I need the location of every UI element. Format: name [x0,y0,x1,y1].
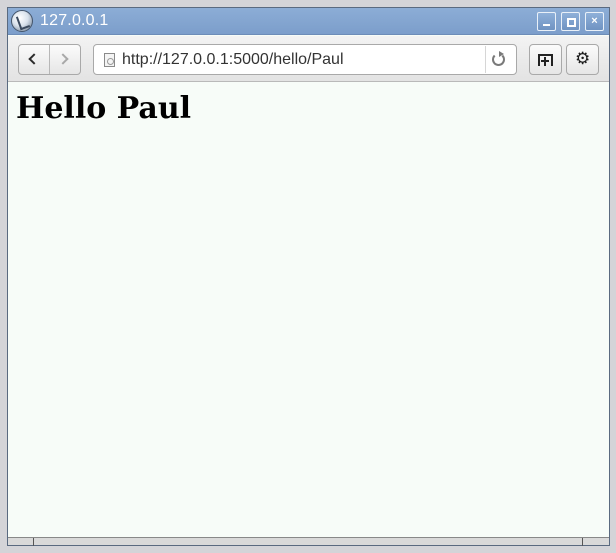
status-bar-divider [582,538,583,546]
window-title: 127.0.0.1 [40,12,109,29]
close-button[interactable]: × [585,12,604,31]
status-bar-divider [33,538,34,546]
forward-button[interactable] [50,45,81,74]
address-bar-divider [485,46,486,73]
new-tab-button[interactable] [529,44,562,75]
browser-app-icon [11,10,33,32]
gear-icon: ⚙ [575,49,591,69]
url-text[interactable]: http://127.0.0.1:5000/hello/Paul [122,51,344,69]
title-bar[interactable]: 127.0.0.1 × [8,8,609,35]
back-icon [28,53,40,65]
forward-icon [57,53,69,65]
address-bar[interactable]: http://127.0.0.1:5000/hello/Paul [93,44,517,75]
maximize-button[interactable] [561,12,580,31]
browser-window: 127.0.0.1 × http://127.0.0.1:5000/hello/… [7,7,610,546]
page-content: Hello Paul [8,83,609,537]
browser-toolbar: http://127.0.0.1:5000/hello/Paul ⚙ [8,36,609,82]
reload-icon[interactable] [492,51,505,66]
minimize-button[interactable] [537,12,556,31]
back-button[interactable] [19,45,50,74]
navigation-buttons [18,44,81,75]
new-tab-icon [538,54,553,66]
settings-button[interactable]: ⚙ [566,44,599,75]
page-heading: Hello Paul [16,91,192,126]
page-icon [104,53,115,67]
status-bar [8,537,609,546]
